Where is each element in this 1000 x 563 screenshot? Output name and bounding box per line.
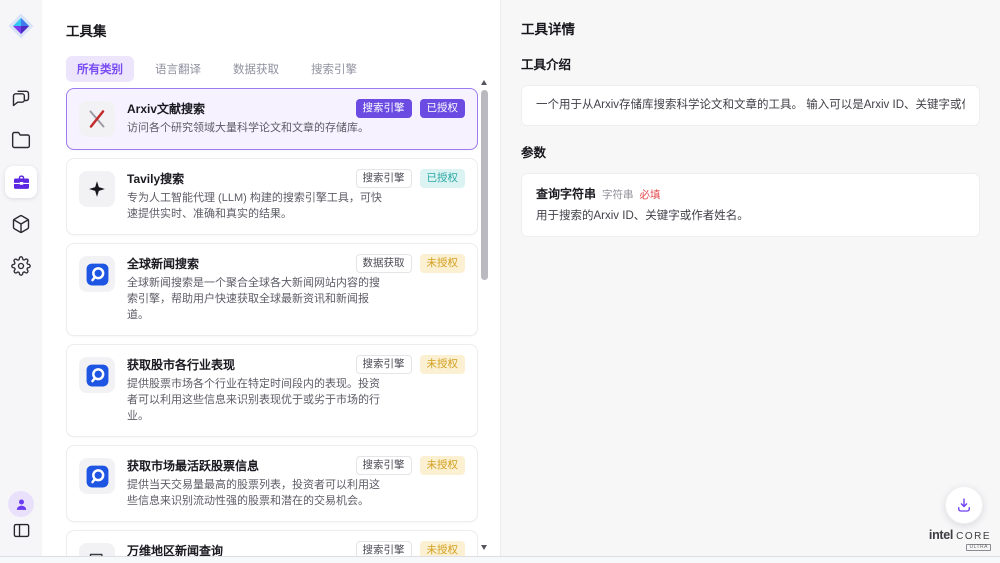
tool-tags: 搜索引擎 已授权	[356, 99, 466, 118]
tool-icon	[79, 543, 115, 556]
scrollbar-down-arrow[interactable]	[481, 545, 487, 550]
tool-description: 提供当天交易量最高的股票列表，投资者可以利用这些信息来识别流动性强的股票和潜在的…	[127, 477, 383, 509]
auth-status-tag: 未授权	[420, 456, 466, 475]
toolset-title: 工具集	[42, 0, 500, 40]
auth-status-tag: 未授权	[420, 355, 466, 374]
user-avatar[interactable]	[8, 491, 34, 517]
tool-title: 全球新闻搜索	[127, 256, 383, 272]
tool-icon	[79, 357, 115, 393]
params-heading: 参数	[521, 146, 980, 161]
chat-icon	[11, 88, 31, 108]
category-tabs: 所有类别语言翻译数据获取搜索引擎	[66, 56, 368, 82]
tool-tags: 搜索引擎 未授权	[356, 355, 466, 374]
sidebar	[0, 0, 42, 556]
category-tab[interactable]: 数据获取	[222, 56, 290, 82]
nav-resources[interactable]	[11, 214, 31, 234]
tool-tags: 搜索引擎 未授权	[356, 541, 466, 556]
package-icon	[11, 214, 31, 234]
param-type: 字符串	[602, 187, 634, 202]
category-tab[interactable]: 搜索引擎	[300, 56, 368, 82]
panel-layout-icon	[12, 521, 31, 540]
folder-icon	[11, 130, 31, 150]
category-tag: 搜索引擎	[356, 99, 412, 118]
tool-title: 获取市场最活跃股票信息	[127, 458, 383, 474]
details-title: 工具详情	[521, 22, 980, 38]
toolset-panel: 工具集 所有类别语言翻译数据获取搜索引擎 Arxiv文献搜索 访问各个研究领域大…	[42, 0, 500, 556]
scrollbar-up-arrow[interactable]	[481, 80, 487, 85]
param-name: 查询字符串	[536, 185, 596, 202]
tool-card[interactable]: Tavily搜索 专为人工智能代理 (LLM) 构建的搜索引擎工具，可快速提供实…	[66, 158, 478, 235]
intel-core-logo: intel core ultra	[929, 529, 991, 551]
category-tag: 搜索引擎	[356, 169, 412, 188]
auth-status-tag: 未授权	[420, 254, 466, 273]
sparkle-icon	[87, 179, 107, 199]
tool-details-panel: 工具详情 工具介绍 一个用于从Arxiv存储库搜索科学论文和文章的工具。 输入可…	[500, 0, 1000, 556]
tool-card[interactable]: Arxiv文献搜索 访问各个研究领域大量科学论文和文章的存储库。 搜索引擎 已授…	[66, 88, 478, 150]
tool-icon	[79, 101, 115, 137]
intro-card: 一个用于从Arxiv存储库搜索科学论文和文章的工具。 输入可以是Arxiv ID…	[521, 85, 980, 126]
intel-brand-text: intel	[929, 529, 953, 542]
tool-description: 专为人工智能代理 (LLM) 构建的搜索引擎工具，可快速提供实时、准确和真实的结…	[127, 190, 383, 222]
tool-card[interactable]: 全球新闻搜索 全球新闻搜索是一个聚合全球各大新闻网站内容的搜索引擎，帮助用户快速…	[66, 243, 478, 336]
category-tag: 搜索引擎	[356, 456, 412, 475]
tool-icon	[79, 171, 115, 207]
person-icon	[14, 497, 29, 512]
auth-status-tag: 已授权	[420, 169, 466, 188]
download-icon	[955, 496, 973, 514]
nav-settings[interactable]	[11, 256, 31, 276]
tool-card[interactable]: 万维地区新闻查询 查询具体行政区划内的新闻，快速了解各地新闻动 搜索引擎 未授权	[66, 530, 478, 556]
tool-card[interactable]: 获取股市各行业表现 提供股票市场各个行业在特定时间段内的表现。投资者可以利用这些…	[66, 344, 478, 437]
tool-description: 提供股票市场各个行业在特定时间段内的表现。投资者可以利用这些信息来识别表现优于或…	[127, 376, 383, 424]
nav-toolset-active[interactable]	[5, 166, 37, 198]
tool-icon	[79, 256, 115, 292]
tool-title: Arxiv文献搜索	[127, 101, 369, 117]
tool-description: 全球新闻搜索是一个聚合全球各大新闻网站内容的搜索引擎，帮助用户快速获取全球最新资…	[127, 275, 383, 323]
param-required-badge: 必填	[640, 187, 661, 202]
tool-title: 获取股市各行业表现	[127, 357, 383, 373]
tool-description: 访问各个研究领域大量科学论文和文章的存储库。	[127, 120, 369, 136]
category-tag: 数据获取	[356, 254, 412, 273]
tool-card[interactable]: 获取市场最活跃股票信息 提供当天交易量最高的股票列表，投资者可以利用这些信息来识…	[66, 445, 478, 522]
download-button[interactable]	[945, 486, 983, 524]
newspaper-icon	[87, 551, 108, 557]
category-tag: 搜索引擎	[356, 541, 412, 556]
search-app-icon	[85, 262, 110, 287]
sidebar-collapse-button[interactable]	[11, 521, 31, 541]
app-window: 工具集 所有类别语言翻译数据获取搜索引擎 Arxiv文献搜索 访问各个研究领域大…	[0, 0, 1000, 557]
auth-status-tag: 未授权	[420, 541, 466, 556]
tool-icon	[79, 458, 115, 494]
arxiv-icon	[85, 107, 109, 131]
gear-icon	[11, 256, 31, 276]
toolbox-icon	[12, 173, 31, 192]
intel-core-badge: ultra	[966, 544, 991, 551]
app-logo	[7, 12, 35, 40]
category-tab[interactable]: 语言翻译	[144, 56, 212, 82]
intro-text: 一个用于从Arxiv存储库搜索科学论文和文章的工具。 输入可以是Arxiv ID…	[536, 97, 965, 114]
tool-tags: 搜索引擎 未授权	[356, 456, 466, 475]
nav-chat[interactable]	[11, 88, 31, 108]
nav-files[interactable]	[11, 130, 31, 150]
category-tab[interactable]: 所有类别	[66, 56, 134, 82]
tool-tags: 搜索引擎 已授权	[356, 169, 466, 188]
diamond-logo-icon	[7, 12, 35, 40]
tool-title: Tavily搜索	[127, 171, 383, 187]
intro-heading: 工具介绍	[521, 58, 980, 73]
tool-title: 万维地区新闻查询	[127, 543, 369, 556]
list-scrollbar[interactable]	[480, 80, 489, 550]
search-app-icon	[85, 363, 110, 388]
category-tag: 搜索引擎	[356, 355, 412, 374]
search-app-icon	[85, 464, 110, 489]
core-brand-text: core	[956, 532, 991, 542]
param-description: 用于搜索的Arxiv ID、关键字或作者姓名。	[536, 208, 965, 225]
tool-list: Arxiv文献搜索 访问各个研究领域大量科学论文和文章的存储库。 搜索引擎 已授…	[66, 88, 478, 556]
param-card: 查询字符串 字符串 必填 用于搜索的Arxiv ID、关键字或作者姓名。	[521, 173, 980, 237]
auth-status-tag: 已授权	[420, 99, 466, 118]
tool-tags: 数据获取 未授权	[356, 254, 466, 273]
scrollbar-thumb[interactable]	[481, 90, 488, 280]
